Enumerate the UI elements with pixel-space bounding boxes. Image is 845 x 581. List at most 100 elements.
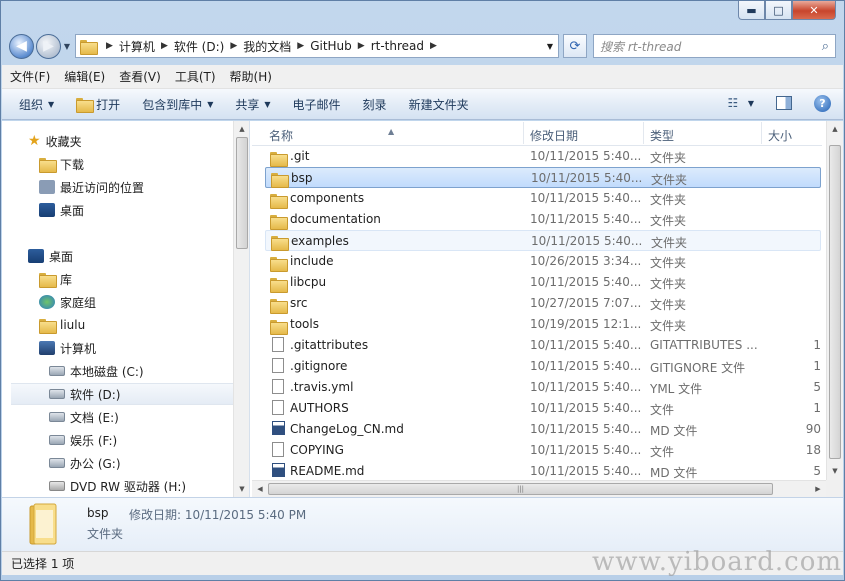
file-icon bbox=[272, 358, 284, 373]
file-row[interactable]: documentation 10/11/2015 5:40... 文件夹 bbox=[265, 209, 821, 230]
back-button[interactable]: ◀ bbox=[9, 33, 34, 59]
file-list-hscrollbar[interactable]: ◀ ||| ▶ bbox=[252, 480, 826, 497]
chevron-right-icon[interactable]: ▶ bbox=[358, 41, 365, 51]
column-divider[interactable] bbox=[643, 122, 644, 144]
nav-drive-c[interactable]: 本地磁盘 (C:) bbox=[49, 360, 144, 382]
nav-recent-places[interactable]: 最近访问的位置 bbox=[39, 176, 144, 198]
file-row[interactable]: .git 10/11/2015 5:40... 文件夹 bbox=[265, 146, 821, 167]
drive-icon bbox=[49, 435, 65, 445]
nav-computer[interactable]: 计算机 bbox=[39, 337, 96, 359]
file-list-hscroll-thumb[interactable]: ||| bbox=[268, 483, 773, 495]
nav-drive-d[interactable]: 软件 (D:) bbox=[11, 383, 241, 405]
chevron-right-icon[interactable]: ▶ bbox=[161, 41, 168, 51]
file-row[interactable]: ChangeLog_CN.md 10/11/2015 5:40... MD 文件 90 bbox=[265, 419, 821, 440]
chevron-right-icon[interactable]: ▶ bbox=[230, 41, 237, 51]
refresh-button[interactable]: ⟳ bbox=[563, 34, 587, 58]
search-input[interactable]: 搜索 rt-thread ⌕ bbox=[593, 34, 836, 58]
change-view-icon[interactable]: ☷ bbox=[722, 94, 744, 112]
nav-homegroup[interactable]: 家庭组 bbox=[39, 291, 96, 313]
file-row[interactable]: COPYING 10/11/2015 5:40... 文件 18 bbox=[265, 440, 821, 461]
maximize-button[interactable]: □ bbox=[765, 1, 792, 20]
address-dropdown-icon[interactable]: ▼ bbox=[542, 42, 558, 51]
file-date: 10/11/2015 5:40... bbox=[530, 275, 642, 289]
file-row[interactable]: components 10/11/2015 5:40... 文件夹 bbox=[265, 188, 821, 209]
nav-scroll-thumb[interactable] bbox=[236, 137, 248, 249]
nav-scrollbar[interactable]: ▲ ▼ bbox=[233, 121, 249, 497]
column-type[interactable]: 类型 bbox=[650, 127, 674, 144]
nav-libraries[interactable]: 库 bbox=[39, 268, 72, 290]
nav-label: 库 bbox=[60, 272, 73, 287]
file-date: 10/11/2015 5:40... bbox=[530, 464, 642, 478]
nav-downloads[interactable]: 下载 bbox=[39, 153, 84, 175]
nav-desktop[interactable]: 桌面 bbox=[28, 245, 73, 267]
forward-button[interactable]: ▶ bbox=[36, 33, 61, 59]
share-button[interactable]: 共享 ▼ bbox=[235, 96, 270, 113]
chevron-down-icon[interactable]: ▼ bbox=[748, 99, 754, 108]
menu-edit[interactable]: 编辑(E) bbox=[64, 68, 105, 85]
file-row[interactable]: AUTHORS 10/11/2015 5:40... 文件 1 bbox=[265, 398, 821, 419]
email-button[interactable]: 电子邮件 bbox=[293, 96, 341, 113]
breadcrumb-github[interactable]: GitHub bbox=[310, 39, 352, 53]
file-row[interactable]: libcpu 10/11/2015 5:40... 文件夹 bbox=[265, 272, 821, 293]
menu-file[interactable]: 文件(F) bbox=[10, 68, 50, 85]
file-row[interactable]: tools 10/19/2015 12:1... 文件夹 bbox=[265, 314, 821, 335]
menu-view[interactable]: 查看(V) bbox=[119, 68, 161, 85]
file-size: 18 bbox=[805, 443, 821, 457]
folder-icon bbox=[80, 39, 98, 55]
file-row[interactable]: src 10/27/2015 7:07... 文件夹 bbox=[265, 293, 821, 314]
new-folder-button[interactable]: 新建文件夹 bbox=[409, 96, 469, 113]
organize-button[interactable]: 组织 ▼ bbox=[19, 96, 54, 113]
breadcrumb-rt-thread[interactable]: rt-thread bbox=[371, 39, 424, 53]
file-row[interactable]: bsp 10/11/2015 5:40... 文件夹 bbox=[265, 167, 821, 188]
column-divider[interactable] bbox=[523, 122, 524, 144]
file-date: 10/11/2015 5:40... bbox=[530, 443, 642, 457]
menu-help[interactable]: 帮助(H) bbox=[230, 68, 272, 85]
file-list: 名称 ▲ 修改日期 类型 大小 .git 10/11/2015 5:40... 文件… bbox=[252, 121, 843, 497]
chevron-right-icon[interactable]: ▶ bbox=[297, 41, 304, 51]
nav-drive-h[interactable]: DVD RW 驱动器 (H:) bbox=[49, 475, 186, 497]
file-type: 文件夹 bbox=[651, 236, 688, 250]
column-size[interactable]: 大小 bbox=[768, 127, 792, 144]
help-icon[interactable]: ? bbox=[814, 94, 831, 112]
nav-drive-f[interactable]: 娱乐 (F:) bbox=[49, 429, 117, 451]
search-icon[interactable]: ⌕ bbox=[822, 39, 829, 54]
file-list-vscroll-thumb[interactable] bbox=[829, 145, 841, 459]
scroll-down-icon[interactable]: ▼ bbox=[827, 463, 843, 479]
preview-pane-icon[interactable] bbox=[776, 96, 792, 110]
scroll-down-icon[interactable]: ▼ bbox=[234, 481, 249, 497]
column-date[interactable]: 修改日期 bbox=[530, 127, 578, 144]
file-row[interactable]: .gitattributes 10/11/2015 5:40... GITATTRI… bbox=[265, 335, 821, 356]
recent-pages-dropdown[interactable]: ▼ bbox=[61, 42, 73, 51]
scroll-left-icon[interactable]: ◀ bbox=[252, 481, 268, 497]
file-type: YML 文件 bbox=[650, 382, 703, 396]
include-library-button[interactable]: 包含到库中 ▼ bbox=[142, 96, 213, 113]
file-row[interactable]: .gitignore 10/11/2015 5:40... GITIGNORE 文件… bbox=[265, 356, 821, 377]
scroll-right-icon[interactable]: ▶ bbox=[810, 481, 826, 497]
nav-desktop-favorite[interactable]: 桌面 bbox=[39, 199, 84, 221]
file-list-vscrollbar[interactable]: ▲ ▼ bbox=[826, 121, 843, 480]
column-divider[interactable] bbox=[761, 122, 762, 144]
nav-user[interactable]: liulu bbox=[39, 314, 85, 336]
minimize-button[interactable]: ▬ bbox=[738, 1, 765, 20]
menu-tools[interactable]: 工具(T) bbox=[175, 68, 216, 85]
scroll-up-icon[interactable]: ▲ bbox=[234, 121, 249, 137]
file-row[interactable]: examples 10/11/2015 5:40... 文件夹 bbox=[265, 230, 821, 251]
file-row[interactable]: .travis.yml 10/11/2015 5:40... YML 文件 5 bbox=[265, 377, 821, 398]
breadcrumb-documents[interactable]: 我的文档 bbox=[243, 38, 291, 55]
breadcrumb-computer[interactable]: 计算机 bbox=[119, 38, 155, 55]
file-row[interactable]: include 10/26/2015 3:34... 文件夹 bbox=[265, 251, 821, 272]
nav-drive-g[interactable]: 办公 (G:) bbox=[49, 452, 121, 474]
column-name[interactable]: 名称 bbox=[269, 127, 293, 144]
nav-drive-e[interactable]: 文档 (E:) bbox=[49, 406, 119, 428]
chevron-right-icon[interactable]: ▶ bbox=[430, 41, 437, 51]
scroll-up-icon[interactable]: ▲ bbox=[827, 121, 843, 137]
nav-favorites[interactable]: ★ 收藏夹 bbox=[28, 130, 82, 152]
file-row[interactable]: README.md 10/11/2015 5:40... MD 文件 5 bbox=[265, 461, 821, 482]
close-button[interactable]: ✕ bbox=[792, 1, 836, 20]
chevron-right-icon[interactable]: ▶ bbox=[106, 41, 113, 51]
file-type: 文件夹 bbox=[650, 193, 687, 207]
breadcrumb-drive-d[interactable]: 软件 (D:) bbox=[174, 38, 224, 55]
burn-button[interactable]: 刻录 bbox=[363, 96, 387, 113]
open-button[interactable]: 打开 bbox=[76, 96, 120, 113]
address-bar[interactable]: ▶ 计算机 ▶ 软件 (D:) ▶ 我的文档 ▶ GitHub ▶ rt-thr… bbox=[75, 34, 559, 58]
